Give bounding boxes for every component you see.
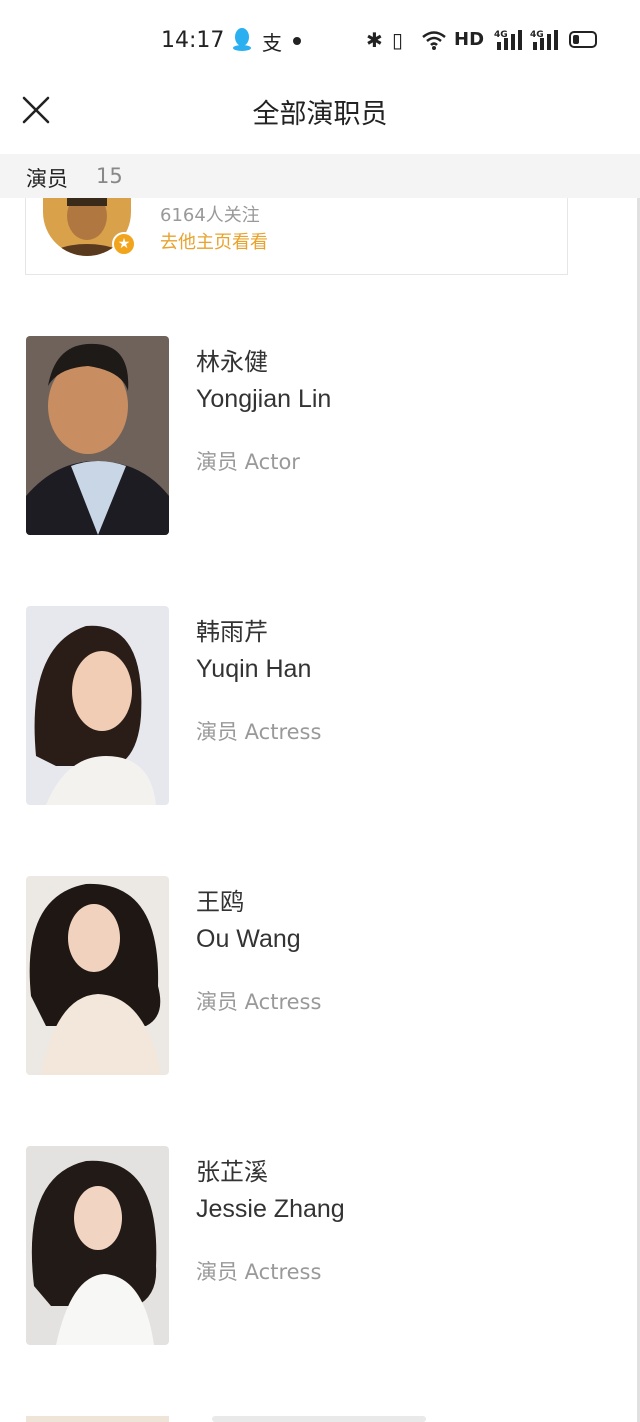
actor-photo[interactable] bbox=[26, 1146, 169, 1345]
vibrate-icon: ▯ bbox=[392, 28, 404, 52]
follower-count: 6164人关注 bbox=[160, 205, 260, 226]
hd-label: HD bbox=[454, 29, 485, 50]
bluetooth-icon: ✱ bbox=[366, 28, 383, 52]
qq-icon bbox=[233, 28, 251, 51]
list-item[interactable]: 韩雨芹 Yuqin Han 演员 Actress bbox=[0, 606, 640, 806]
list-item bbox=[212, 1416, 426, 1422]
list-item[interactable]: 张芷溪 Jessie Zhang 演员 Actress bbox=[0, 1146, 640, 1346]
section-label: 演员 bbox=[26, 167, 68, 191]
signal-icon: 4G bbox=[530, 30, 558, 50]
status-time: 14:17 bbox=[161, 28, 225, 53]
signal-icon: 4G bbox=[494, 30, 522, 50]
star-badge-icon: ★ bbox=[112, 232, 136, 256]
actor-role: 演员 Actor bbox=[196, 450, 300, 474]
list-item[interactable]: 林永健 Yongjian Lin 演员 Actor bbox=[0, 336, 640, 536]
actor-photo[interactable] bbox=[26, 876, 169, 1075]
actor-name-cn: 张芷溪 bbox=[196, 1158, 268, 1186]
actor-name-cn: 王鸥 bbox=[196, 888, 244, 916]
status-bar: 14:17 支 ✱ ▯ HD 4G 4G bbox=[0, 0, 640, 82]
actor-role: 演员 Actress bbox=[196, 990, 322, 1014]
actor-name-cn: 林永健 bbox=[196, 348, 268, 376]
page-title: 全部演职员 bbox=[252, 99, 388, 130]
section-count: 15 bbox=[96, 164, 123, 188]
actor-name-en: Ou Wang bbox=[196, 925, 301, 953]
visit-profile-link[interactable]: 去他主页看看 bbox=[160, 228, 268, 254]
battery-icon bbox=[569, 31, 597, 48]
actor-photo[interactable] bbox=[26, 1416, 169, 1422]
list-item[interactable]: 王鸥 Ou Wang 演员 Actress bbox=[0, 876, 640, 1076]
actor-photo[interactable] bbox=[26, 606, 169, 805]
actor-name-en: Yongjian Lin bbox=[196, 385, 332, 413]
actor-name-en: Jessie Zhang bbox=[196, 1195, 345, 1223]
actor-photo[interactable] bbox=[26, 336, 169, 535]
actor-name-cn: 韩雨芹 bbox=[196, 618, 268, 646]
alipay-icon: 支 bbox=[262, 31, 282, 55]
actor-role: 演员 Actress bbox=[196, 1260, 322, 1284]
notification-dot-icon bbox=[293, 37, 301, 45]
actor-name-en: Yuqin Han bbox=[196, 655, 312, 683]
actor-role: 演员 Actress bbox=[196, 720, 322, 744]
wifi-icon bbox=[422, 31, 446, 50]
